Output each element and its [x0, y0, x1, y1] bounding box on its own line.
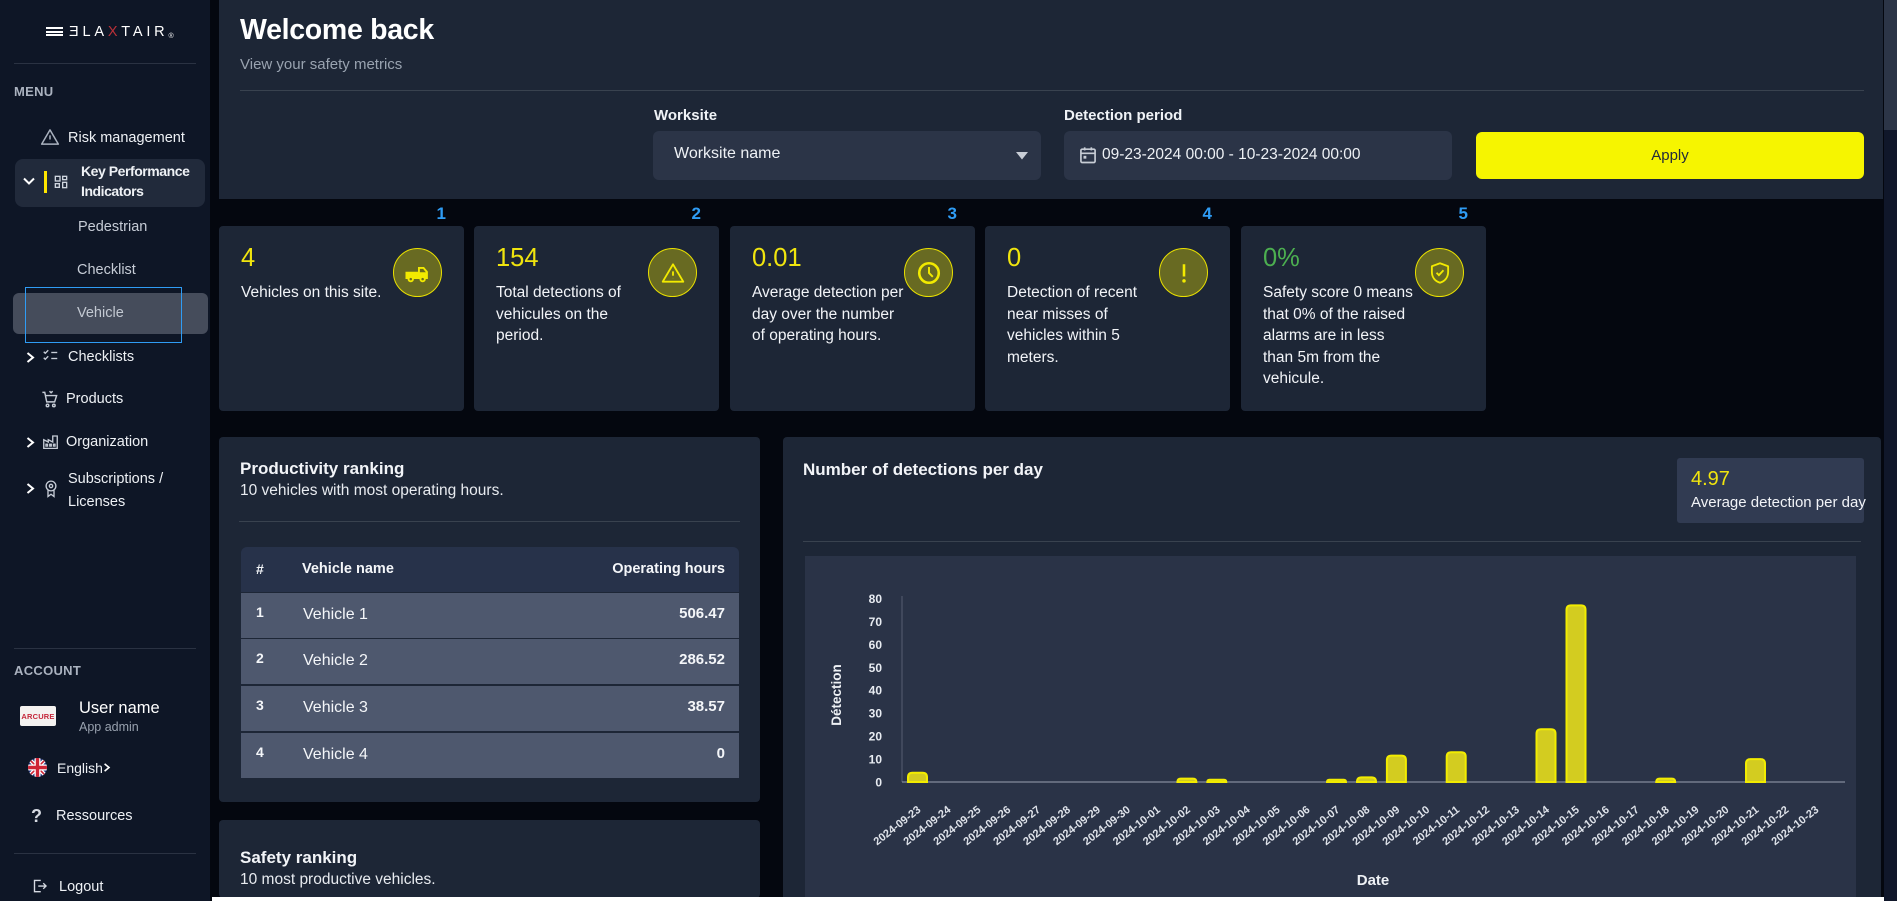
svg-text:10: 10 — [869, 753, 883, 767]
svg-text:30: 30 — [869, 707, 883, 721]
svg-text:70: 70 — [869, 615, 883, 629]
svg-text:0: 0 — [875, 776, 882, 790]
svg-text:50: 50 — [869, 661, 883, 675]
svg-text:Date: Date — [1357, 872, 1390, 889]
svg-text:40: 40 — [869, 684, 883, 698]
svg-text:Détection: Détection — [829, 664, 844, 726]
svg-text:60: 60 — [869, 638, 883, 652]
svg-text:20: 20 — [869, 730, 883, 744]
svg-text:80: 80 — [869, 592, 883, 606]
